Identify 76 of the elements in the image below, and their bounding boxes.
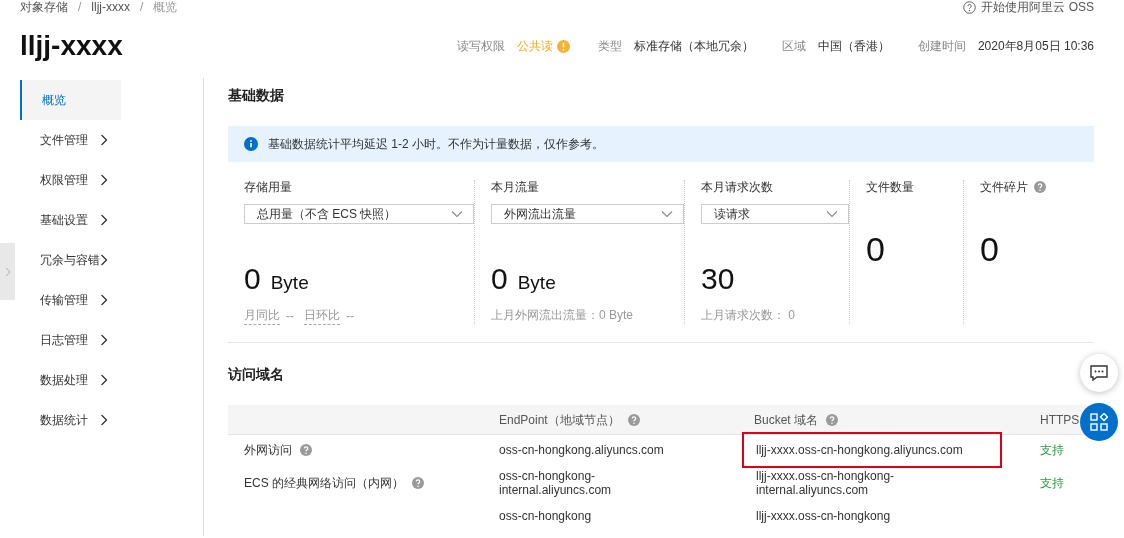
help-link[interactable]: 开始使用阿里云 OSS bbox=[981, 0, 1094, 14]
sidebar-item[interactable]: 基础设置 bbox=[20, 200, 121, 240]
sidebar-item[interactable]: 数据统计 bbox=[20, 400, 121, 440]
stat-value: 30 bbox=[701, 264, 735, 294]
chat-icon bbox=[1090, 365, 1108, 381]
help-icon bbox=[963, 0, 977, 14]
bucket-domain-text: lljj-xxxx.oss-cn-hongkong-internal.aliyuncs.com bbox=[755, 468, 896, 499]
breadcrumb-separator: / bbox=[140, 0, 144, 14]
apps-icon bbox=[1090, 413, 1108, 431]
dropdown[interactable]: 外网流出流量 bbox=[491, 204, 684, 224]
info-value: 公共读 bbox=[516, 38, 553, 55]
section-title: 访问域名 bbox=[228, 364, 285, 384]
stat-footnote: 上月请求次数： 0 bbox=[701, 307, 796, 324]
chevron-down-icon bbox=[826, 210, 838, 218]
https-status: 支持 bbox=[1040, 443, 1064, 457]
sidebar-item[interactable]: 概览 bbox=[20, 80, 121, 120]
sidebar-item[interactable]: 日志管理 bbox=[20, 320, 121, 360]
stat-unit: Byte bbox=[270, 273, 309, 292]
endpoint-text: oss-cn-hongkong bbox=[499, 509, 593, 523]
stat-label: 本月请求次数 bbox=[701, 179, 773, 196]
chevron-down-icon bbox=[451, 210, 463, 218]
sidebar-item[interactable]: 文件管理 bbox=[20, 120, 121, 160]
info-value: 中国（香港） bbox=[817, 38, 890, 55]
row-label: 外网访问 bbox=[244, 442, 292, 459]
info-label: 读写权限 bbox=[456, 38, 505, 55]
comparison-value: -- bbox=[286, 307, 294, 325]
row-label: ECS 的经典网络访问（内网） bbox=[244, 475, 404, 492]
endpoint-text: oss-cn-hongkong-internal.aliyuncs.com bbox=[499, 469, 613, 497]
sidebar-item[interactable]: 权限管理 bbox=[20, 160, 121, 200]
help-icon[interactable] bbox=[412, 477, 424, 489]
stat-label: 本月流量 bbox=[491, 179, 539, 196]
comparison-label: 月同比 bbox=[244, 306, 280, 325]
info-label: 区域 bbox=[781, 38, 806, 55]
info-label: 类型 bbox=[597, 38, 622, 55]
sidebar-item[interactable]: 数据处理 bbox=[20, 360, 121, 400]
info-value: 标准存储（本地冗余） bbox=[633, 38, 754, 55]
sidebar-item[interactable]: 冗余与容错 bbox=[20, 240, 121, 280]
help-icon[interactable] bbox=[300, 444, 312, 456]
info-label: 创建时间 bbox=[917, 38, 966, 55]
stat-value: 0 bbox=[980, 232, 999, 266]
bucket-title: lljj-xxxx bbox=[20, 32, 123, 60]
help-icon[interactable] bbox=[1034, 181, 1046, 193]
stat-footnote: 上月外网流出流量：0 Byte bbox=[491, 307, 635, 324]
comparison-label: 日环比 bbox=[304, 306, 340, 325]
help-icon[interactable] bbox=[627, 413, 640, 426]
column-header: HTTPS bbox=[1040, 411, 1080, 429]
breadcrumb-link[interactable]: lljj-xxxx bbox=[91, 0, 130, 14]
section-title: 基础数据 bbox=[228, 85, 285, 105]
dropdown[interactable]: 读请求 bbox=[701, 204, 849, 224]
stat-label: 文件碎片 bbox=[980, 179, 1028, 196]
stat-value: 0 bbox=[866, 232, 885, 266]
bucket-domain-text: lljj-xxxx.oss-cn-hongkong bbox=[755, 508, 892, 525]
stat-unit: Byte bbox=[517, 273, 556, 292]
chevron-down-icon bbox=[661, 210, 673, 218]
notice-text: 基础数据统计平均延迟 1-2 小时。不作为计量数据，仅作参考。 bbox=[268, 136, 604, 153]
info-icon bbox=[244, 137, 258, 151]
dropdown[interactable]: 总用量（不含 ECS 快照） bbox=[244, 204, 474, 224]
help-icon[interactable] bbox=[826, 413, 839, 426]
chevron-right-icon bbox=[4, 266, 11, 277]
column-header: Bucket 域名 bbox=[754, 411, 819, 429]
comparison-value: -- bbox=[346, 307, 354, 325]
sidebar-item[interactable]: 传输管理 bbox=[20, 280, 121, 320]
info-value: 2020年8月05日 10:36 bbox=[977, 38, 1094, 55]
apps-button[interactable] bbox=[1080, 403, 1118, 441]
column-header: EndPoint（地域节点） bbox=[499, 411, 620, 429]
https-status: 支持 bbox=[1040, 476, 1064, 490]
breadcrumb-item: 概览 bbox=[153, 0, 178, 14]
breadcrumb-separator: / bbox=[78, 0, 82, 14]
stat-label: 存储用量 bbox=[244, 179, 292, 196]
chat-button[interactable] bbox=[1080, 354, 1118, 392]
endpoint-text: oss-cn-hongkong.aliyuncs.com bbox=[499, 443, 665, 457]
stat-value: 0 bbox=[244, 264, 261, 294]
stat-value: 0 bbox=[491, 264, 508, 294]
breadcrumb-link[interactable]: 对象存储 bbox=[20, 0, 68, 14]
stat-label: 文件数量 bbox=[866, 179, 914, 196]
bucket-domain-text: lljj-xxxx.oss-cn-hongkong.aliyuncs.com bbox=[742, 432, 1002, 468]
